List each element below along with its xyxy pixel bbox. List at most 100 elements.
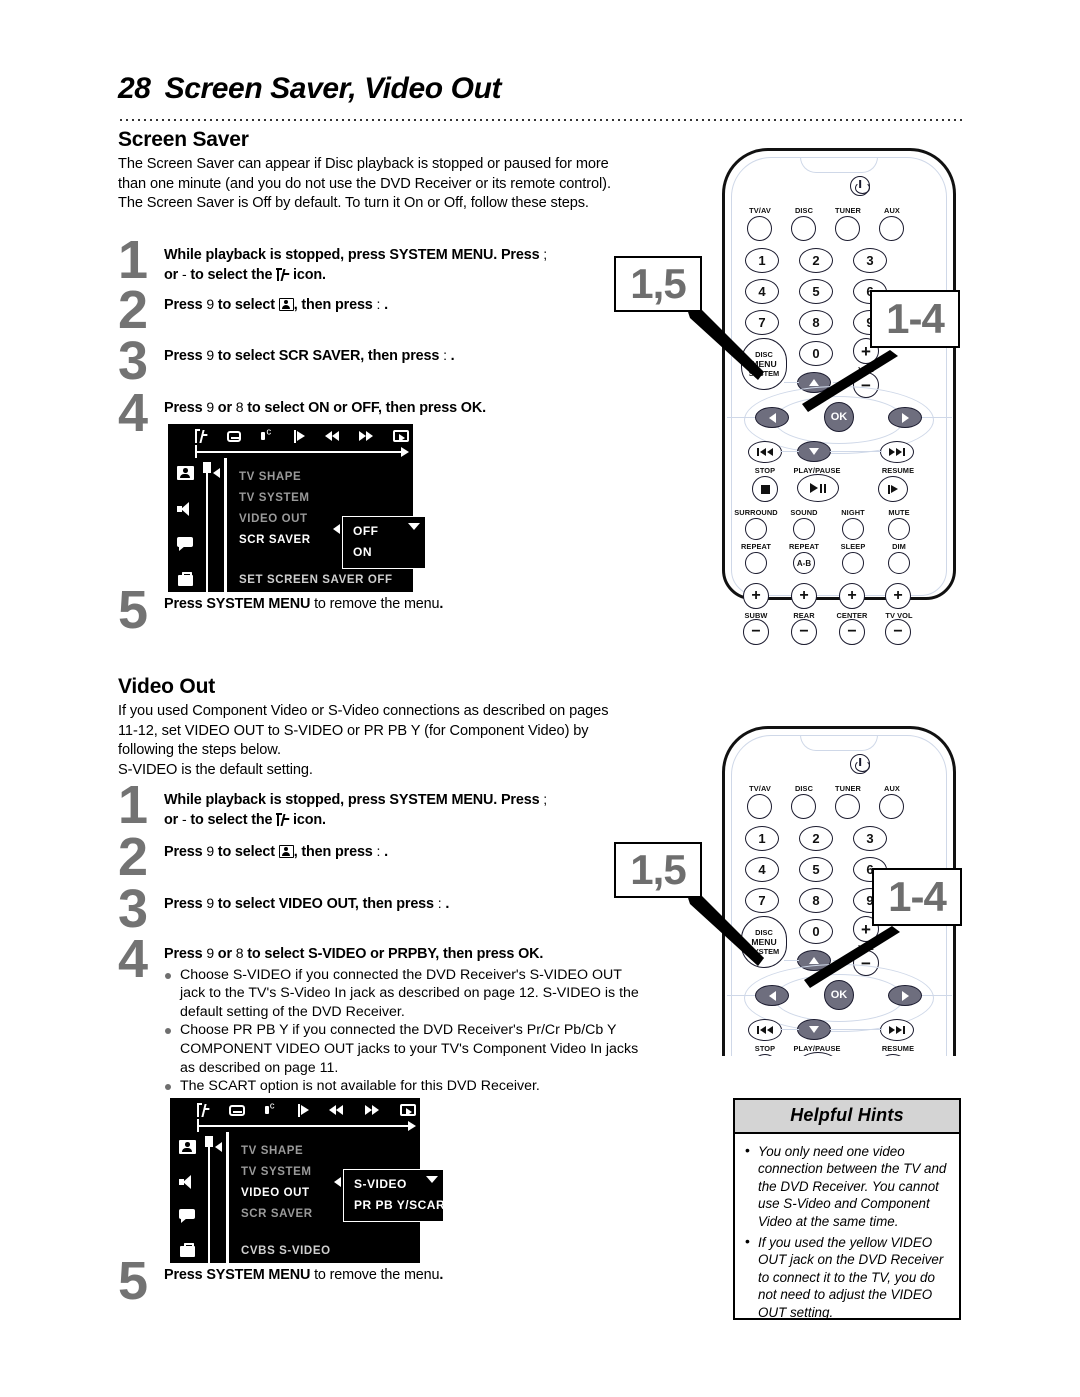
source-button-tvav[interactable]: [747, 216, 772, 241]
dim-button[interactable]: [888, 552, 910, 574]
step-number: 4: [118, 929, 149, 989]
rear-up-button[interactable]: +: [791, 583, 817, 609]
step-number: 1: [118, 775, 149, 835]
audio-icon: [261, 425, 274, 443]
vo-step1-line2c: icon.: [289, 811, 326, 828]
osd-item-tv-shape[interactable]: TV SHAPE: [241, 1141, 420, 1162]
source-button-aux[interactable]: [879, 794, 904, 819]
source-button-tuner[interactable]: [835, 794, 860, 819]
callout-leader-lines-vo-right: [804, 926, 900, 988]
next-button[interactable]: [880, 1019, 914, 1041]
ss-step5-bold: SYSTEM MENU: [206, 596, 311, 612]
previous-button[interactable]: [748, 441, 782, 463]
source-label-aux: AUX: [884, 206, 900, 215]
step-number: 2: [118, 827, 149, 887]
osd-scrollbar[interactable]: [202, 458, 212, 592]
tv-setup-icon[interactable]: [176, 466, 194, 480]
vo-step4-prpby: PRPBY: [388, 946, 436, 962]
page-title: 28 Screen Saver, Video Out: [118, 72, 968, 106]
osd-menu-list: TV SHAPE TV SYSTEM VIDEO OUT SCR SAVER S…: [224, 458, 426, 592]
ss-step4-a: Press: [164, 400, 207, 416]
previous-button[interactable]: [748, 1019, 782, 1041]
osd-dropdown-scrsaver[interactable]: OFF ON: [333, 516, 426, 569]
ss-step1-line2c: icon.: [289, 266, 326, 283]
preferences-icon[interactable]: [177, 571, 193, 586]
source-button-aux[interactable]: [879, 216, 904, 241]
stop-button[interactable]: [752, 476, 778, 502]
ss-step1-line1: While playback is stopped, press SYSTEM …: [164, 247, 544, 263]
repeat-ab-button[interactable]: A-B: [793, 552, 815, 574]
speaker-icon[interactable]: [177, 501, 193, 516]
repeat-label: REPEAT: [740, 542, 772, 551]
hint-item-2: If you used the yellow VIDEO OUT jack on…: [744, 1233, 949, 1321]
vo-step-4: 4 Press 9 or 8 to select S-VIDEO or PRPB…: [118, 932, 648, 1096]
dropdown-option-svideo[interactable]: S-VIDEO: [354, 1174, 433, 1195]
preferences-icon[interactable]: [179, 1242, 195, 1257]
center-down-button[interactable]: −: [839, 619, 865, 645]
subw-up-button[interactable]: +: [743, 583, 769, 609]
step-number: 3: [118, 879, 149, 939]
center-up-button[interactable]: +: [839, 583, 865, 609]
osd-item-tv-system[interactable]: TV SYSTEM: [239, 488, 413, 509]
subw-down-button[interactable]: −: [743, 619, 769, 645]
osd-scrollbar[interactable]: [204, 1132, 214, 1263]
subtitle-icon: [226, 430, 242, 442]
step-number: 5: [118, 1251, 149, 1311]
dropdown-option-on[interactable]: ON: [353, 542, 415, 563]
audio-icon: [264, 1099, 278, 1117]
screen-saver-heading: Screen Saver: [118, 128, 249, 151]
night-label: NIGHT: [841, 508, 865, 517]
play-pause-icon: [810, 483, 826, 493]
source-button-tuner[interactable]: [835, 216, 860, 241]
sleep-button[interactable]: [842, 552, 864, 574]
tools-icon: [197, 1103, 211, 1117]
osd-item-tv-shape[interactable]: TV SHAPE: [239, 467, 413, 488]
source-button-disc[interactable]: [791, 794, 816, 819]
resume-button[interactable]: [878, 476, 908, 502]
osd-dropdown-videoout[interactable]: S-VIDEO PR PB Y/SCART: [334, 1169, 452, 1222]
skip-back-icon: [756, 448, 774, 456]
play-pause-button[interactable]: [797, 474, 839, 502]
stop-label: STOP: [754, 1044, 776, 1053]
dropdown-option-prpby[interactable]: PR PB Y/SCART: [354, 1195, 452, 1216]
nav-glyph-down: 9: [206, 843, 214, 859]
tvvol-down-button[interactable]: −: [885, 619, 911, 645]
night-button[interactable]: [842, 518, 864, 540]
repeat-button[interactable]: [745, 552, 767, 574]
video-out-intro2: S-VIDEO is the default setting.: [118, 761, 313, 778]
speaker-icon[interactable]: [179, 1174, 195, 1189]
tv-setup-icon[interactable]: [178, 1140, 196, 1154]
osd-screen-videoout: TV SHAPE TV SYSTEM VIDEO OUT SCR SAVER C…: [170, 1098, 452, 1263]
power-icon[interactable]: [850, 754, 870, 774]
chevron-left-icon: [768, 412, 776, 423]
video-out-section: Video Out If you used Component Video or…: [118, 675, 618, 780]
ss-step-3: 3 Press 9 to select SCR SAVER, then pres…: [118, 334, 638, 388]
ss-step3-bold: SCR SAVER: [278, 348, 361, 364]
dropdown-option-off[interactable]: OFF: [353, 521, 415, 542]
nav-down-button[interactable]: [797, 441, 831, 462]
repeat-ab-label: REPEAT: [788, 542, 820, 551]
tvvol-up-button[interactable]: +: [885, 583, 911, 609]
sound-button[interactable]: [793, 518, 815, 540]
osd-screen-screensaver: TV SHAPE TV SYSTEM VIDEO OUT SCR SAVER S…: [168, 424, 426, 592]
step-number: 3: [118, 331, 149, 391]
ss-step4-e: , then press: [377, 400, 461, 416]
vo-step1-line1: While playback is stopped, press SYSTEM …: [164, 792, 544, 808]
language-icon[interactable]: [179, 1209, 195, 1224]
source-label-aux: AUX: [884, 784, 900, 793]
mute-button[interactable]: [888, 518, 910, 540]
source-button-tvav[interactable]: [747, 794, 772, 819]
source-button-disc[interactable]: [791, 216, 816, 241]
power-icon[interactable]: [850, 176, 870, 196]
language-icon[interactable]: [177, 537, 193, 552]
nav-down-button[interactable]: [797, 1019, 831, 1040]
rear-down-button[interactable]: −: [791, 619, 817, 645]
ss-step4-off: OFF: [351, 400, 378, 416]
vo-step5-a: Press: [164, 1267, 207, 1283]
ss-step-2: 2 Press 9 to select , then press : .: [118, 283, 638, 337]
next-button[interactable]: [880, 441, 914, 463]
surround-button[interactable]: [745, 518, 767, 540]
vo-step4-f: .: [539, 946, 544, 962]
ss-step4-ok: OK: [460, 400, 483, 416]
subtitle-icon: [229, 1104, 245, 1116]
